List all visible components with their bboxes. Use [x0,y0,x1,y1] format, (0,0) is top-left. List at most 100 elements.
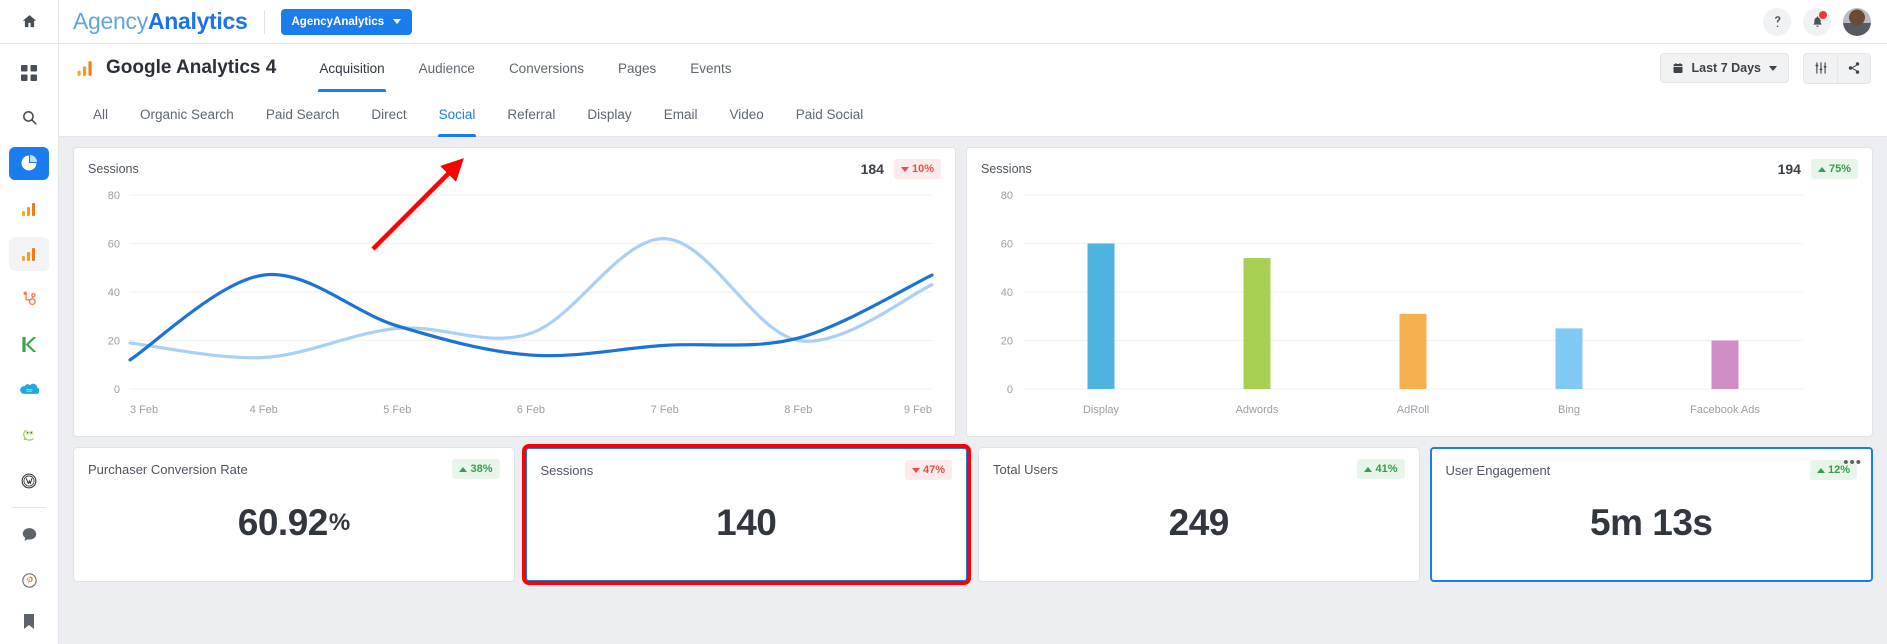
subtab-all-label: All [93,107,108,122]
subtab-direct[interactable]: Direct [355,92,422,136]
subtab-social-label: Social [439,107,476,122]
date-range-picker[interactable]: Last 7 Days [1660,53,1789,83]
line-chart-plot: 0204060803 Feb4 Feb5 Feb6 Feb7 Feb8 Feb9… [74,179,955,429]
charts-row: Sessions 184 10% 0204060803 Feb4 Feb5 Fe… [73,147,1873,437]
svg-text:9 Feb: 9 Feb [904,404,932,416]
calendar-icon [1672,62,1684,74]
line-card-delta-badge: 10% [894,159,941,179]
kpi-card-user-engagement[interactable]: ••• User Engagement 12% 5m 13s [1430,447,1874,582]
subtab-direct-label: Direct [371,107,406,122]
bar-chart-svg: 020406080DisplayAdwordsAdRollBingFaceboo… [977,183,1817,423]
subtab-organic-search[interactable]: Organic Search [124,92,250,136]
kpi-card-sessions[interactable]: Sessions 47% 140 [525,447,969,582]
sessions-line-chart-card[interactable]: Sessions 184 10% 0204060803 Feb4 Feb5 Fe… [73,147,956,437]
bookmark-icon[interactable] [9,605,49,638]
subtab-email[interactable]: Email [648,92,714,136]
dashboard-canvas: Sessions 184 10% 0204060803 Feb4 Feb5 Fe… [59,137,1887,644]
subtab-referral[interactable]: Referral [491,92,571,136]
svg-text:40: 40 [1001,287,1013,299]
salesforce-icon[interactable] [9,373,49,406]
bar-card-header: Sessions 194 75% [967,148,1872,179]
sliders-filter-icon[interactable] [1803,53,1837,84]
subtab-all[interactable]: All [77,92,124,136]
channel-subtabs: All Organic Search Paid Search Direct So… [59,92,1887,137]
kpi-card-purchaser-conversion-rate[interactable]: Purchaser Conversion Rate 38% 60.92% [73,447,515,582]
kpi2-header: Total Users 41% [979,448,1419,479]
tab-acquisition[interactable]: Acquisition [302,44,401,92]
line-chart-svg: 0204060803 Feb4 Feb5 Feb6 Feb7 Feb8 Feb9… [84,183,944,423]
notification-bell-icon[interactable] [1803,8,1831,36]
bar-chart-icon[interactable] [9,192,49,225]
chat-icon[interactable] [9,518,49,551]
tab-events[interactable]: Events [673,44,748,92]
svg-text:3 Feb: 3 Feb [130,404,158,416]
tab-audience[interactable]: Audience [402,44,492,92]
kpi3-label: User Engagement [1446,463,1551,478]
kpi0-label: Purchaser Conversion Rate [88,462,248,477]
top-brand-bar: AgencyAnalytics AgencyAnalytics [59,0,1887,44]
subtab-paid-social[interactable]: Paid Social [780,92,880,136]
kpi1-value: 140 [716,502,776,544]
share-icon[interactable] [1837,53,1871,84]
bar-chart-plot: 020406080DisplayAdwordsAdRollBingFaceboo… [967,179,1872,429]
kpi-card-total-users[interactable]: Total Users 41% 249 [978,447,1420,582]
svg-text:0: 0 [114,384,120,396]
kpi0-value: 60.92 [238,502,328,544]
subtab-social[interactable]: Social [423,92,492,136]
triangle-down-icon [901,167,909,172]
mailchimp-icon[interactable] [9,419,49,452]
help-icon[interactable] [1763,8,1791,36]
svg-text:60: 60 [108,239,120,251]
kpi0-value-wrap: 60.92% [74,479,514,581]
klipfolio-icon[interactable] [9,328,49,361]
kpi2-label: Total Users [993,462,1058,477]
svg-text:0: 0 [1007,384,1013,396]
line-card-delta-value: 10% [912,163,934,175]
main-area: AgencyAnalytics AgencyAnalytics [59,0,1887,644]
wordpress-icon[interactable] [9,464,49,497]
kpi2-value: 249 [1169,502,1229,544]
date-range-label: Last 7 Days [1692,61,1761,75]
subtab-paid-search[interactable]: Paid Search [250,92,356,136]
kebab-menu-icon[interactable]: ••• [1843,455,1862,470]
google-analytics-icon [77,60,94,77]
account-selector[interactable]: AgencyAnalytics [281,9,413,35]
kpi1-label: Sessions [541,463,594,478]
sessions-bar-chart-card[interactable]: Sessions 194 75% 020406080DisplayAdwords… [966,147,1873,437]
chevron-down-icon [393,19,401,24]
kpi2-delta-value: 41% [1375,463,1397,475]
hubspot-icon[interactable] [9,283,49,316]
line-card-header: Sessions 184 10% [74,148,955,179]
user-avatar[interactable] [1843,8,1871,36]
kpi1-value-wrap: 140 [527,480,967,580]
svg-text:8 Feb: 8 Feb [784,404,812,416]
bar-chart-icon-2[interactable] [9,237,49,270]
module-header: Google Analytics 4 Acquisition Audience … [59,44,1887,92]
app-root: AgencyAnalytics AgencyAnalytics [0,0,1887,644]
svg-text:40: 40 [108,287,120,299]
left-nav-rail [0,0,59,644]
tab-pages[interactable]: Pages [601,44,673,92]
subtab-display[interactable]: Display [571,92,647,136]
search-icon[interactable] [9,101,49,134]
subtab-video[interactable]: Video [713,92,779,136]
kpi1-delta-badge: 47% [905,460,952,480]
grid-apps-icon[interactable] [9,56,49,89]
app-logo[interactable]: AgencyAnalytics [73,8,248,35]
chevron-down-icon [1769,66,1777,71]
svg-text:80: 80 [108,190,120,202]
bar-card-title: Sessions [981,162,1032,176]
svg-text:4 Feb: 4 Feb [250,404,278,416]
tab-acquisition-label: Acquisition [319,61,384,76]
line-card-title: Sessions [88,162,139,176]
home-icon[interactable] [9,2,49,42]
subtab-paid-search-label: Paid Search [266,107,340,122]
sidebar-item-dashboard[interactable] [9,147,49,180]
svg-text:Adwords: Adwords [1236,404,1279,416]
subtab-organic-search-label: Organic Search [140,107,234,122]
kpi0-suffix: % [329,509,350,537]
kpi-row: Purchaser Conversion Rate 38% 60.92% Ses… [73,447,1873,582]
pinterest-icon[interactable] [9,563,49,596]
tab-audience-label: Audience [419,61,475,76]
tab-conversions[interactable]: Conversions [492,44,601,92]
